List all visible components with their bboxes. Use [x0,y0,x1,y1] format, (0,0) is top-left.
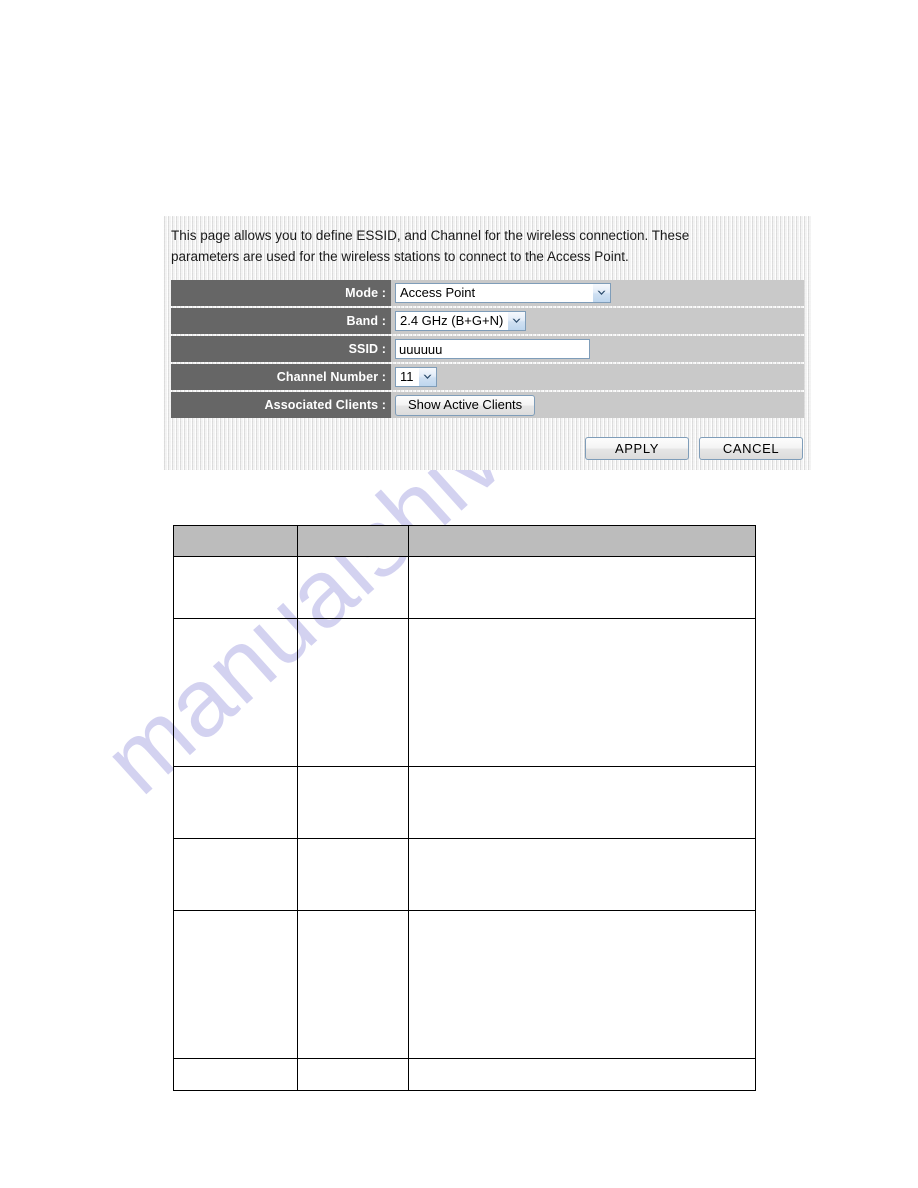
table-cell-parameter [173,618,298,767]
page-content: This page allows you to define ESSID, an… [0,0,918,1188]
label-channel-number: Channel Number : [171,364,391,390]
panel-description: This page allows you to define ESSID, an… [171,228,690,264]
table-cell-description [408,766,756,839]
table-header-cell-2 [297,525,409,557]
table-cell-value [297,838,409,911]
table-cell-value [297,618,409,767]
value-associated-clients: Show Active Clients [391,392,804,418]
table-cell-parameter [173,1058,298,1091]
label-ssid: SSID : [171,336,391,362]
chevron-down-icon [507,312,526,330]
form-row-mode: Mode : Access Point [171,280,804,306]
table-header-cell-1 [173,525,298,557]
table-cell-parameter [173,766,298,839]
show-active-clients-button[interactable]: Show Active Clients [395,394,536,416]
table-cell-parameter [173,838,298,911]
value-mode: Access Point [391,280,804,306]
table-cell-description [408,618,756,767]
apply-button[interactable]: APPLY [585,437,689,460]
table-row [173,1058,756,1091]
panel-action-buttons: APPLY CANCEL [585,437,803,460]
band-select[interactable]: 2.4 GHz (B+G+N) [395,311,527,331]
ssid-input[interactable] [395,339,590,359]
table-cell-parameter [173,556,298,619]
form-row-channel-number: Channel Number : 11 [171,364,804,390]
table-cell-value [297,766,409,839]
table-cell-description [408,556,756,619]
label-mode: Mode : [171,280,391,306]
channel-number-select[interactable]: 11 [395,367,437,387]
value-ssid [391,336,804,362]
table-row [173,618,756,767]
channel-number-select-value: 11 [400,369,414,384]
table-cell-value [297,1058,409,1091]
table-row [173,556,756,619]
table-body [173,556,756,1091]
table-cell-description [408,910,756,1059]
form-row-associated-clients: Associated Clients : Show Active Clients [171,392,804,418]
mode-select[interactable]: Access Point [395,283,611,303]
table-cell-value [297,556,409,619]
table-header-cell-3 [408,525,756,557]
table-cell-description [408,838,756,911]
table-row [173,838,756,911]
wireless-settings-panel: This page allows you to define ESSID, an… [163,216,811,470]
parameter-description-table [173,525,756,1091]
label-associated-clients: Associated Clients : [171,392,391,418]
table-header-row [173,525,756,557]
table-cell-value [297,910,409,1059]
settings-form: Mode : Access Point Band : 2.4 GHz (B+G+… [171,280,804,420]
form-row-band: Band : 2.4 GHz (B+G+N) [171,308,804,334]
value-band: 2.4 GHz (B+G+N) [391,308,804,334]
chevron-down-icon [592,284,610,302]
mode-select-value: Access Point [400,285,476,300]
table-cell-parameter [173,910,298,1059]
label-band: Band : [171,308,391,334]
form-row-ssid: SSID : [171,336,804,362]
table-row [173,910,756,1059]
chevron-down-icon [417,368,436,386]
table-cell-description [408,1058,756,1091]
band-select-value: 2.4 GHz (B+G+N) [400,313,504,328]
value-channel-number: 11 [391,364,804,390]
cancel-button[interactable]: CANCEL [699,437,803,460]
table-row [173,766,756,839]
